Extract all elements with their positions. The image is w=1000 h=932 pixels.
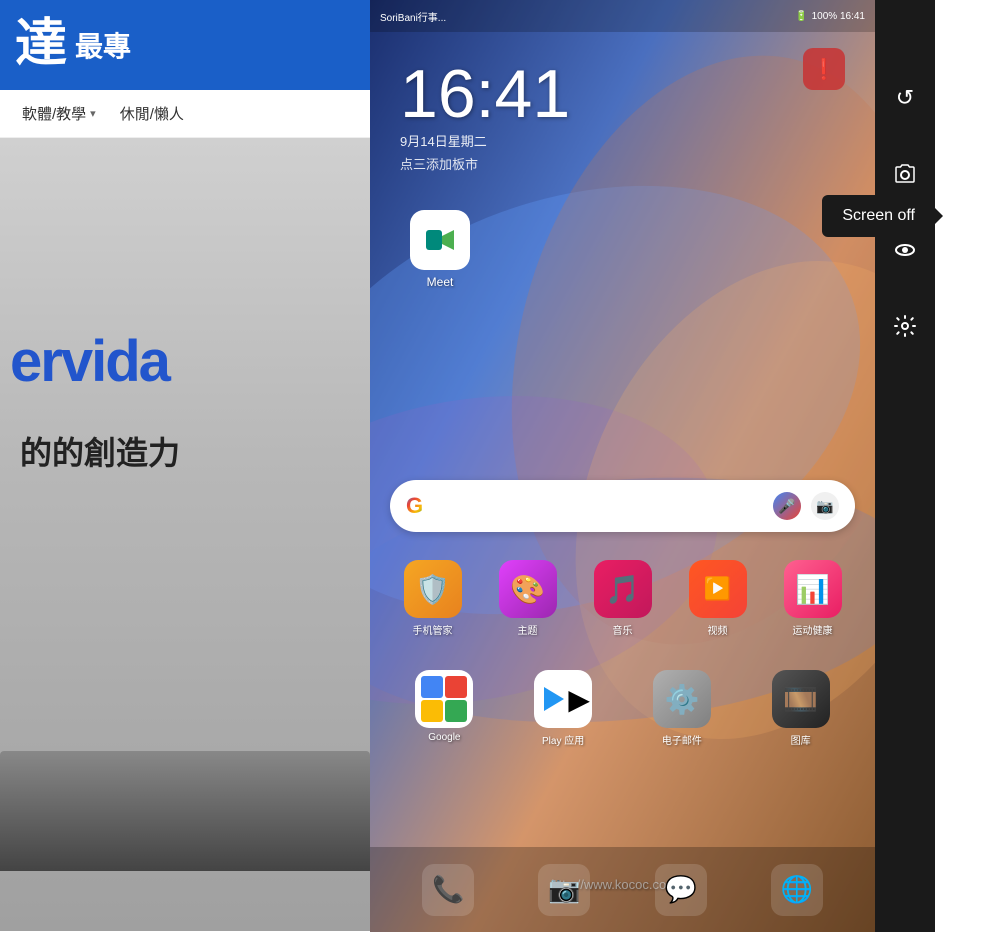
nav-item-leisure[interactable]: 休閒/懶人	[108, 103, 196, 124]
left-image-area: ervida 的的創造力 // Laservida	[0, 138, 370, 931]
logo-char: 達	[15, 19, 67, 71]
date-display: 9月14日星期二	[400, 131, 570, 150]
logo-banner: 達 最專	[0, 0, 370, 90]
keyboard-image	[0, 751, 370, 871]
screen-off-tooltip: Screen off	[822, 195, 935, 237]
alert-icon: ❗	[812, 57, 837, 82]
lock-time: 16:41 9月14日星期二 点三添加板市	[400, 60, 570, 173]
phone-content: SoriBani行事... 🔋 100% 16:41 16:41 9月14日星期…	[370, 0, 875, 932]
app-google[interactable]: Google	[404, 670, 484, 747]
brand-text-ervida: ervida	[10, 328, 169, 395]
app-security[interactable]: 🛡️ 手机管家	[393, 560, 473, 637]
meet-app-icon[interactable]: Meet	[410, 210, 470, 289]
app-play[interactable]: ▶ Play 应用	[523, 670, 603, 747]
status-bar: SoriBani行事... 🔋 100% 16:41	[370, 0, 875, 32]
camera-button[interactable]	[887, 156, 923, 192]
google-search-bar[interactable]: G 🎤 📷	[390, 480, 855, 532]
right-panel: SoriBani行事... 🔋 100% 16:41 16:41 9月14日星期…	[370, 0, 1000, 932]
app-video-label: 视频	[708, 622, 728, 637]
app-email-label: 电子邮件	[662, 732, 702, 747]
google-dot-red	[445, 676, 467, 698]
screen-off-button[interactable]	[887, 232, 923, 268]
alert-bubble: ❗	[803, 48, 845, 90]
chinese-slogan: 的的創造力	[20, 428, 180, 474]
google-g-logo: G	[406, 493, 423, 519]
health-icon-box: 📊	[784, 560, 842, 618]
music-icon-box: 🎵	[594, 560, 652, 618]
gallery-icon-box: 🎞️	[772, 670, 830, 728]
dock-browser[interactable]: 🌐	[771, 864, 823, 916]
app-gallery-label: 图库	[791, 732, 811, 747]
logo-sub: 最專	[75, 25, 131, 65]
gear-icon	[893, 314, 917, 338]
security-icon-box: 🛡️	[404, 560, 462, 618]
video-icon-box: ▶️	[689, 560, 747, 618]
dock-camera[interactable]: 📷	[538, 864, 590, 916]
app-email[interactable]: ⚙️ 电子邮件	[642, 670, 722, 747]
app-row-2: Google ▶ Play 应用 ⚙️ 电子邮件	[385, 670, 860, 747]
bottom-dock: 📞 📷 💬 🌐	[370, 847, 875, 932]
app-row-1: 🛡️ 手机管家 🎨 主题 🎵 音乐 ▶️ 视频 📊 运动健康	[385, 560, 860, 637]
theme-icon-box: 🎨	[499, 560, 557, 618]
google-dot-green	[445, 700, 467, 722]
dock-messages[interactable]: 💬	[655, 864, 707, 916]
chevron-down-icon: ▾	[90, 107, 96, 120]
play-icon-box: ▶	[534, 670, 592, 728]
app-play-label: Play 应用	[542, 732, 584, 747]
rotate-icon: ↺	[896, 85, 914, 111]
slogan-prefix: 的	[20, 435, 52, 471]
google-lens-icon[interactable]: 📷	[811, 492, 839, 520]
slogan-main: 的創造力	[52, 435, 180, 471]
dock-phone[interactable]: 📞	[422, 864, 474, 916]
time-display: 16:41	[400, 60, 570, 128]
google-dot-yellow	[421, 700, 443, 722]
app-health-label: 运动健康	[793, 622, 833, 637]
app-health[interactable]: 📊 运动健康	[773, 560, 853, 637]
app-security-label: 手机管家	[413, 622, 453, 637]
status-right: 🔋 100% 16:41	[795, 11, 865, 22]
app-music-label: 音乐	[613, 622, 633, 637]
google-group-icon	[415, 670, 473, 728]
phone-screen: SoriBani行事... 🔋 100% 16:41 16:41 9月14日星期…	[370, 0, 875, 932]
meet-icon-box	[410, 210, 470, 270]
nav-item-software[interactable]: 軟體/教學 ▾	[10, 103, 108, 124]
camera-icon	[893, 162, 917, 186]
app-gallery[interactable]: 🎞️ 图库	[761, 670, 841, 747]
status-carrier: SoriBani行事...	[380, 9, 446, 24]
city-display: 点三添加板市	[400, 154, 570, 173]
app-music[interactable]: 🎵 音乐	[583, 560, 663, 637]
nav-label-software: 軟體/教學	[22, 103, 86, 124]
email-icon-box: ⚙️	[653, 670, 711, 728]
rotate-screen-icon[interactable]: ↺	[887, 80, 923, 116]
nav-label-leisure: 休閒/懶人	[120, 103, 184, 124]
app-theme[interactable]: 🎨 主题	[488, 560, 568, 637]
app-theme-label: 主题	[518, 622, 538, 637]
nav-bar: 軟體/教學 ▾ 休閒/懶人	[0, 90, 370, 138]
google-dot-blue	[421, 676, 443, 698]
app-video[interactable]: ▶️ 视频	[678, 560, 758, 637]
microphone-icon[interactable]: 🎤	[773, 492, 801, 520]
sidebar-icons-panel: ↺	[875, 0, 935, 932]
app-google-label: Google	[428, 732, 460, 743]
eye-icon	[893, 238, 917, 262]
battery-icon: 🔋	[795, 11, 807, 22]
left-panel: 達 最專 軟體/教學 ▾ 休閒/懶人 ervida 的的創造力 // Laser…	[0, 0, 370, 932]
settings-button[interactable]	[887, 308, 923, 344]
meet-label: Meet	[427, 275, 454, 289]
status-time: 100% 16:41	[812, 11, 865, 22]
screen-off-label: Screen off	[842, 207, 915, 224]
